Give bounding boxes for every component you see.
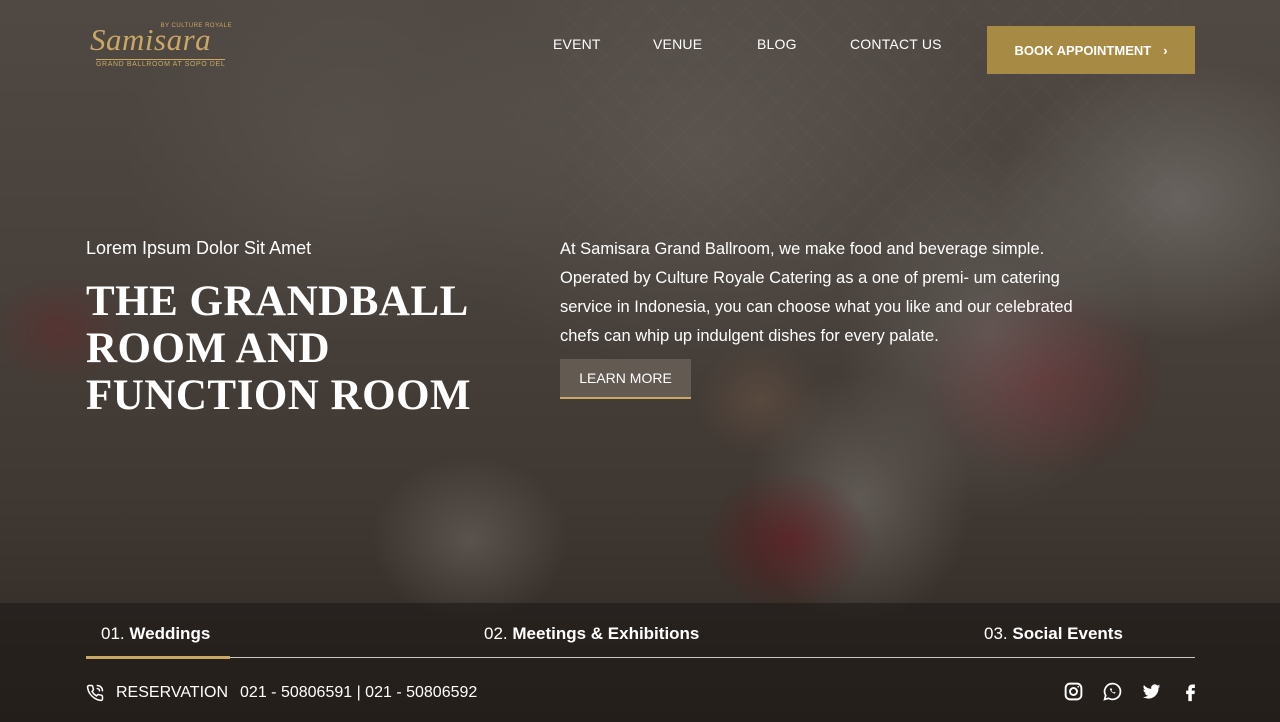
nav-event[interactable]: EVENT	[553, 36, 601, 52]
tab-number: 01.	[101, 624, 125, 643]
headline-line: FUNCTION ROOM	[86, 372, 472, 419]
book-appointment-button[interactable]: BOOK APPOINTMENT ›	[987, 26, 1195, 74]
reservation-info: RESERVATION 021 - 50806591 | 021 - 50806…	[86, 684, 477, 702]
tab-meetings-exhibitions[interactable]: 02. Meetings & Exhibitions	[484, 624, 699, 644]
tab-social-events[interactable]: 03. Social Events	[984, 624, 1123, 644]
headline-line: ROOM AND	[86, 325, 331, 372]
social-links	[1063, 681, 1201, 702]
hero-kicker: Lorem Ipsum Dolor Sit Amet	[86, 238, 312, 258]
nav-blog[interactable]: BLOG	[757, 36, 797, 52]
nav-venue[interactable]: VENUE	[653, 36, 702, 52]
phone-icon	[86, 684, 104, 702]
twitter-icon[interactable]	[1141, 681, 1162, 702]
tab-number: 02.	[484, 624, 508, 643]
chevron-right-icon: ›	[1163, 42, 1168, 58]
tab-label: Meetings & Exhibitions	[512, 624, 700, 643]
tab-label: Weddings	[129, 624, 211, 643]
reservation-label: RESERVATION	[116, 684, 229, 701]
book-appointment-label: BOOK APPOINTMENT	[1014, 42, 1152, 58]
hero-headline: THE GRANDBALL ROOM AND FUNCTION ROOM	[86, 278, 526, 419]
whatsapp-icon[interactable]	[1102, 681, 1123, 702]
instagram-icon[interactable]	[1063, 681, 1084, 702]
facebook-icon[interactable]	[1180, 681, 1201, 702]
tabs-divider	[86, 657, 1195, 658]
active-tab-indicator	[86, 656, 230, 659]
intro-line: service in Indonesia, you can choose wha…	[560, 298, 1073, 316]
nav-contact-us[interactable]: CONTACT US	[850, 36, 942, 52]
intro-line: Operated by Culture Royale Catering as a…	[560, 269, 1060, 287]
tab-number: 03.	[984, 624, 1008, 643]
tab-label: Social Events	[1012, 624, 1123, 643]
reservation-phones[interactable]: 021 - 50806591 | 021 - 50806592	[240, 684, 477, 702]
intro-line: At Samisara Grand Ballroom, we make food…	[560, 240, 1045, 258]
tab-weddings[interactable]: 01. Weddings	[101, 624, 210, 644]
brand-logo[interactable]: BY CULTURE ROYALE Samisara GRAND BALLROO…	[86, 20, 236, 70]
logo-subtitle: GRAND BALLROOM AT SOPO DEL	[96, 59, 226, 68]
intro-line: chefs can whip up indulgent dishes for e…	[560, 327, 939, 345]
bottom-bar	[0, 603, 1280, 722]
headline-line: THE GRANDBALL	[86, 278, 469, 325]
hero-intro-text: At Samisara Grand Ballroom, we make food…	[560, 235, 1160, 351]
learn-more-button[interactable]: LEARN MORE	[560, 359, 691, 399]
logo-wordmark: Samisara	[90, 22, 212, 57]
